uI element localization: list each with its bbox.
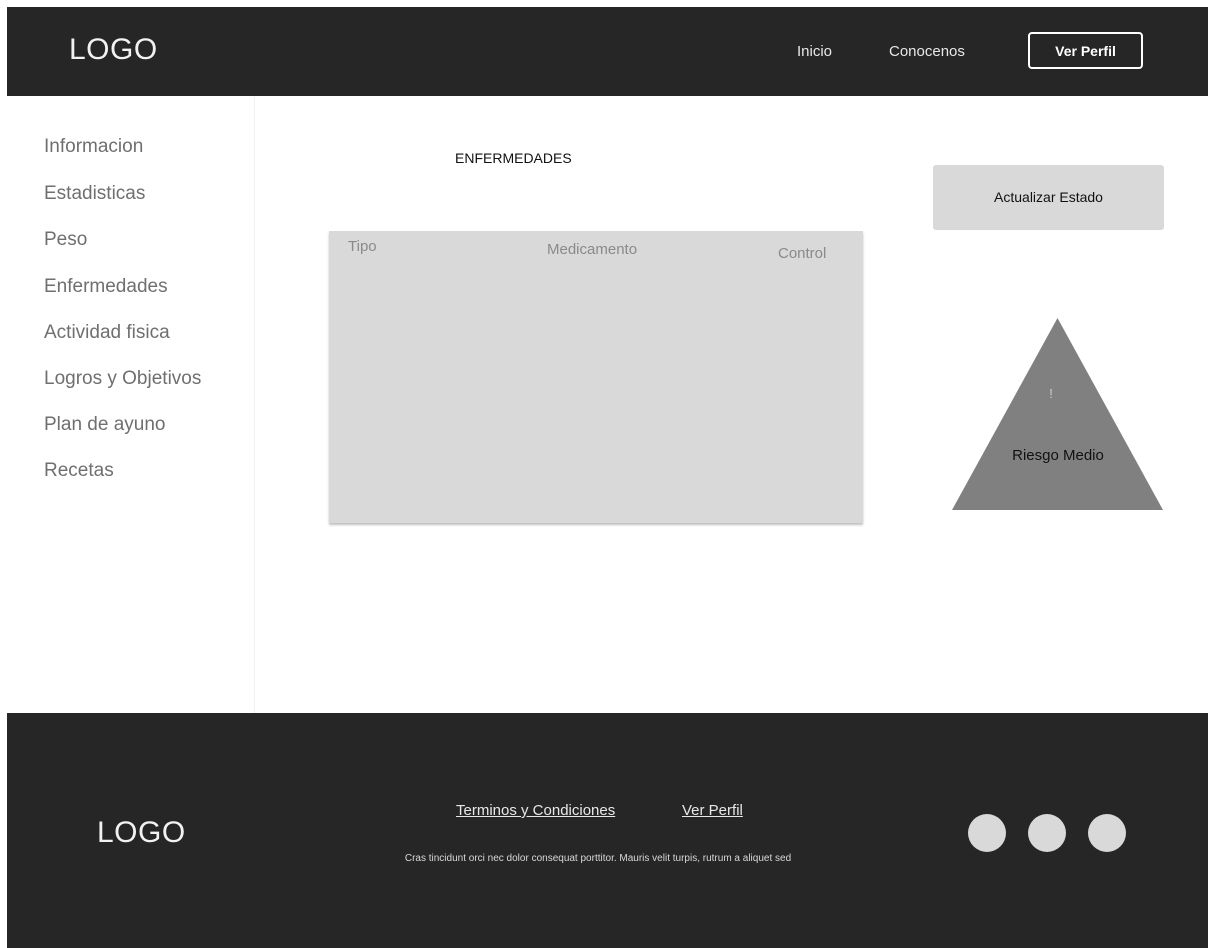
footer-description: Cras tincidunt orci nec dolor consequat …	[404, 853, 792, 864]
nav-link-inicio[interactable]: Inicio	[797, 43, 832, 60]
sidebar-item-recetas[interactable]: Recetas	[44, 460, 114, 482]
column-header-tipo: Tipo	[348, 238, 377, 255]
page-title: ENFERMEDADES	[455, 150, 572, 166]
header: LOGO Inicio Conocenos Ver Perfil	[7, 7, 1208, 96]
header-logo[interactable]: LOGO	[69, 33, 158, 67]
page: LOGO Inicio Conocenos Ver Perfil Informa…	[0, 0, 1208, 948]
risk-triangle-shape	[952, 318, 1163, 510]
sidebar-item-plan-ayuno[interactable]: Plan de ayuno	[44, 414, 166, 436]
exclamation-icon: !	[1049, 386, 1053, 401]
footer-link-ver-perfil[interactable]: Ver Perfil	[682, 802, 743, 819]
nav-link-conocenos[interactable]: Conocenos	[889, 43, 965, 60]
ver-perfil-button[interactable]: Ver Perfil	[1028, 32, 1143, 69]
column-header-medicamento: Medicamento	[547, 241, 638, 258]
enfermedades-table: Tipo Medicamento Control	[329, 231, 863, 523]
column-header-control: Control	[778, 245, 827, 262]
social-icon-3[interactable]	[1088, 814, 1126, 852]
sidebar-item-peso[interactable]: Peso	[44, 229, 87, 251]
footer-link-terminos[interactable]: Terminos y Condiciones	[456, 802, 615, 819]
sidebar-item-informacion[interactable]: Informacion	[44, 136, 143, 158]
sidebar-item-actividad-fisica[interactable]: Actividad fisica	[44, 322, 170, 344]
footer-logo[interactable]: LOGO	[97, 816, 186, 850]
sidebar-item-estadisticas[interactable]: Estadisticas	[44, 183, 145, 205]
sidebar-item-logros-objetivos[interactable]: Logros y Objetivos	[44, 368, 201, 390]
social-icon-1[interactable]	[968, 814, 1006, 852]
sidebar: Informacion Estadisticas Peso Enfermedad…	[7, 96, 255, 713]
sidebar-item-enfermedades[interactable]: Enfermedades	[44, 276, 168, 298]
actualizar-estado-button[interactable]: Actualizar Estado	[933, 165, 1164, 230]
risk-level-label: Riesgo Medio	[1012, 447, 1104, 464]
footer: LOGO Terminos y Condiciones Ver Perfil C…	[7, 713, 1208, 948]
actualizar-estado-label: Actualizar Estado	[994, 189, 1103, 205]
social-icon-2[interactable]	[1028, 814, 1066, 852]
risk-warning-icon	[952, 318, 1163, 510]
